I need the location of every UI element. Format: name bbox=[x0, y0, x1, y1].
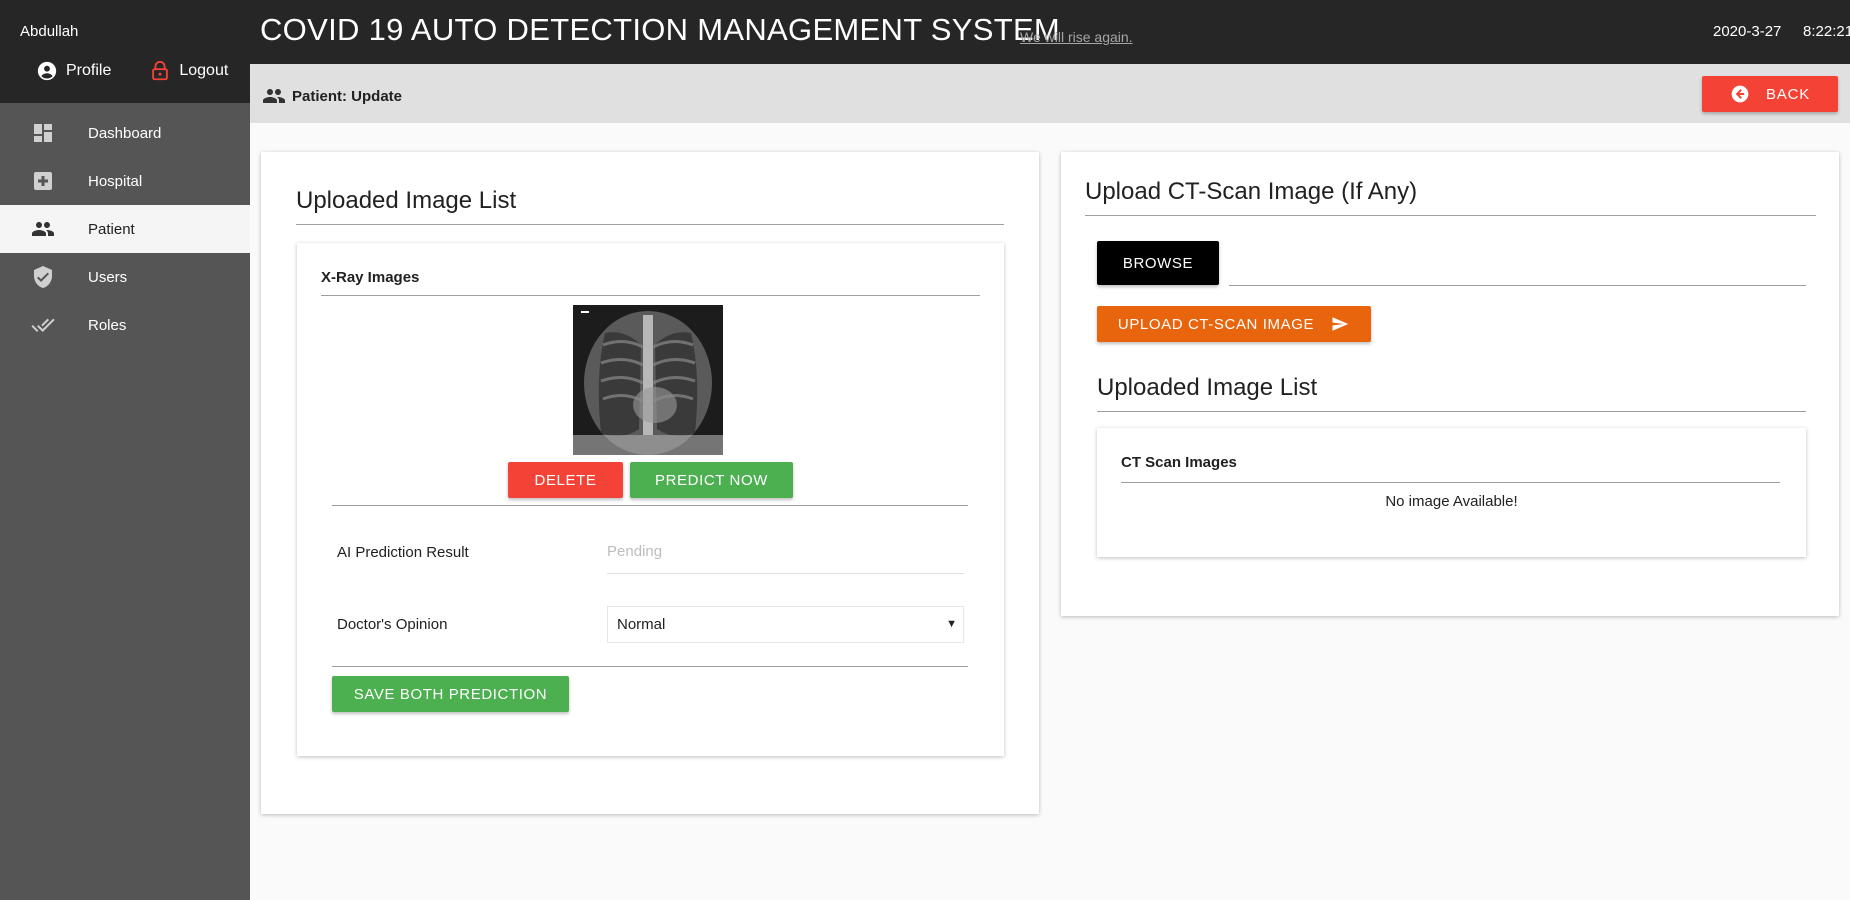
ct-uploaded-list-heading: Uploaded Image List bbox=[1097, 374, 1318, 401]
doctor-opinion-value: Normal bbox=[617, 616, 666, 633]
user-name: Abdullah bbox=[20, 23, 79, 40]
page-toolbar: Patient: Update BACK bbox=[250, 64, 1850, 123]
xray-images-title: X-Ray Images bbox=[321, 269, 420, 286]
ct-images-card: CT Scan Images No image Available! bbox=[1097, 428, 1806, 557]
logout-link[interactable]: Logout bbox=[149, 60, 228, 82]
sidebar-item-roles[interactable]: Roles bbox=[0, 301, 250, 349]
hospital-icon bbox=[0, 169, 88, 193]
ct-scan-panel: Upload CT-Scan Image (If Any) BROWSE UPL… bbox=[1061, 152, 1839, 616]
ct-title-divider bbox=[1121, 482, 1780, 483]
dashboard-icon bbox=[0, 121, 88, 145]
sidebar-user-panel: Abdullah Profile Logout bbox=[0, 0, 250, 103]
sidebar-item-users[interactable]: Users bbox=[0, 253, 250, 301]
sidebar-item-patient[interactable]: Patient bbox=[0, 205, 250, 253]
people-icon bbox=[0, 217, 88, 241]
xray-images-card: X-Ray Images DELETE PREDICT NOW AI Predi… bbox=[297, 243, 1004, 756]
sidebar-item-label: Roles bbox=[88, 316, 127, 334]
header-time: 8:22:21 bbox=[1803, 23, 1850, 40]
app-title: COVID 19 AUTO DETECTION MANAGEMENT SYSTE… bbox=[260, 12, 1061, 47]
arrow-back-circle-icon bbox=[1731, 85, 1749, 103]
predict-now-button[interactable]: PREDICT NOW bbox=[630, 462, 793, 498]
sidebar: Abdullah Profile Logout Dashboard Hospit… bbox=[0, 0, 250, 900]
logout-label: Logout bbox=[179, 62, 229, 79]
opinion-divider bbox=[332, 666, 968, 667]
ai-prediction-label: AI Prediction Result bbox=[337, 544, 469, 561]
profile-link[interactable]: Profile bbox=[36, 60, 111, 82]
upload-ct-scan-button[interactable]: UPLOAD CT-SCAN IMAGE bbox=[1097, 306, 1371, 342]
sidebar-item-label: Hospital bbox=[88, 172, 143, 190]
sidebar-item-dashboard[interactable]: Dashboard bbox=[0, 109, 250, 157]
top-header: COVID 19 AUTO DETECTION MANAGEMENT SYSTE… bbox=[250, 0, 1850, 64]
ai-prediction-underline bbox=[607, 573, 964, 574]
ct-list-divider bbox=[1097, 411, 1806, 412]
page-title-text: Patient: Update bbox=[292, 87, 403, 105]
xray-thumbnail[interactable] bbox=[573, 305, 723, 455]
delete-button[interactable]: DELETE bbox=[508, 462, 623, 498]
xray-panel: Uploaded Image List X-Ray Images DELETE bbox=[261, 152, 1039, 814]
sidebar-item-label: Patient bbox=[88, 220, 135, 238]
account-circle-icon bbox=[37, 61, 57, 81]
sidebar-item-hospital[interactable]: Hospital bbox=[0, 157, 250, 205]
back-button[interactable]: BACK bbox=[1702, 76, 1838, 112]
upload-ct-heading: Upload CT-Scan Image (If Any) bbox=[1085, 178, 1418, 205]
header-date: 2020-3-27 bbox=[1713, 23, 1782, 40]
chest-xray-image bbox=[573, 305, 723, 455]
send-icon bbox=[1332, 317, 1349, 331]
page-title: Patient: Update bbox=[262, 84, 402, 108]
upload-heading-divider bbox=[1085, 215, 1816, 216]
ai-prediction-value: Pending bbox=[607, 543, 663, 560]
upload-ct-label: UPLOAD CT-SCAN IMAGE bbox=[1117, 315, 1315, 333]
heading-divider bbox=[296, 224, 1004, 225]
people-icon bbox=[263, 89, 285, 103]
profile-label: Profile bbox=[66, 62, 112, 79]
sidebar-nav: Dashboard Hospital Patient Users Roles bbox=[0, 109, 250, 349]
sidebar-item-label: Users bbox=[88, 268, 128, 286]
actions-divider bbox=[332, 505, 968, 506]
shield-icon bbox=[0, 265, 88, 289]
doctor-opinion-select[interactable]: Normal ▼ bbox=[607, 606, 964, 643]
doctor-opinion-label: Doctor's Opinion bbox=[337, 616, 448, 633]
xray-title-divider bbox=[321, 295, 980, 296]
back-label: BACK bbox=[1765, 85, 1811, 103]
dropdown-caret-icon: ▼ bbox=[946, 618, 957, 630]
no-image-message: No image Available! bbox=[1385, 493, 1518, 510]
browse-button[interactable]: BROWSE bbox=[1097, 241, 1219, 285]
file-path-input[interactable] bbox=[1229, 285, 1806, 286]
tagline-link[interactable]: We will rise again. bbox=[1020, 29, 1133, 45]
uploaded-list-heading: Uploaded Image List bbox=[296, 187, 517, 214]
ct-images-title: CT Scan Images bbox=[1121, 454, 1237, 471]
lock-icon bbox=[152, 60, 169, 81]
double-check-icon bbox=[0, 313, 88, 337]
sidebar-item-label: Dashboard bbox=[88, 124, 162, 142]
save-both-prediction-button[interactable]: SAVE BOTH PREDICTION bbox=[332, 676, 569, 712]
